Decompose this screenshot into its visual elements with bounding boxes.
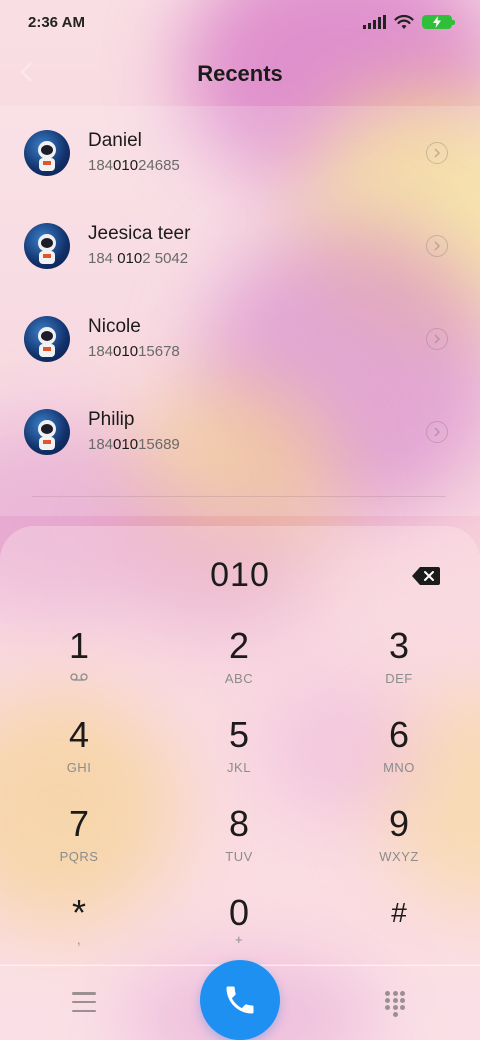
contact-text: Daniel 18401024685 — [88, 129, 180, 177]
key-digit: 3 — [388, 625, 410, 666]
key-1[interactable]: 1 — [19, 626, 139, 706]
call-button[interactable] — [200, 960, 280, 1040]
key-hash[interactable]: # — [339, 893, 459, 973]
key-7[interactable]: 7 PQRS — [19, 804, 139, 884]
signal-icon — [363, 15, 386, 29]
contact-row[interactable]: Jeesica teer 184 0102 5042 — [0, 199, 480, 292]
contact-text: Jeesica teer 184 0102 5042 — [88, 222, 190, 270]
contact-row[interactable]: Nicole 18401015678 — [0, 292, 480, 385]
contact-name: Daniel — [88, 129, 142, 151]
contact-number: 18401024685 — [88, 156, 180, 174]
header: Recents — [0, 44, 480, 104]
contact-row[interactable]: Daniel 18401024685 — [0, 106, 480, 199]
key-digit: 6 — [388, 714, 410, 755]
key-9[interactable]: 9 WXYZ — [339, 804, 459, 884]
key-6[interactable]: 6 MNO — [339, 715, 459, 795]
avatar — [24, 129, 70, 176]
key-2[interactable]: 2 ABC — [179, 626, 299, 706]
contact-detail-button[interactable] — [426, 327, 448, 350]
battery-charging-icon — [422, 15, 455, 29]
key-digit: 1 — [68, 625, 90, 666]
astronaut-icon — [38, 419, 56, 450]
key-letters: , — [76, 932, 82, 947]
key-digit: 0 — [228, 892, 250, 933]
key-digit: 5 — [228, 714, 250, 755]
key-4[interactable]: 4 GHI — [19, 715, 139, 795]
dial-entry[interactable]: 010 — [0, 556, 480, 595]
key-letters: + — [234, 932, 244, 947]
key-8[interactable]: 8 TUV — [179, 804, 299, 884]
chevron-right-icon — [434, 426, 441, 437]
key-5[interactable]: 5 JKL — [179, 715, 299, 795]
key-digit: * — [71, 892, 86, 933]
key-digit: # — [391, 897, 407, 928]
key-digit: 9 — [388, 803, 410, 844]
key-letters: ABC — [224, 671, 254, 686]
contact-number: 18401015678 — [88, 342, 180, 360]
chevron-right-icon — [434, 147, 441, 158]
back-button[interactable] — [14, 60, 38, 84]
contact-row[interactable]: Philip 18401015689 — [0, 385, 480, 478]
contact-name: Nicole — [88, 315, 141, 337]
key-letters: DEF — [385, 671, 413, 686]
astronaut-icon — [38, 233, 56, 264]
bottom-bar — [0, 960, 480, 1040]
astronaut-icon — [38, 326, 56, 357]
contact-detail-button[interactable] — [426, 234, 448, 257]
key-letters: GHI — [66, 760, 92, 775]
contact-detail-button[interactable] — [426, 420, 448, 443]
key-star[interactable]: * , — [19, 893, 139, 973]
voicemail-icon — [70, 673, 88, 681]
contact-name: Philip — [88, 408, 135, 430]
key-letters: TUV — [225, 849, 253, 864]
list-divider — [32, 496, 446, 497]
contact-name: Jeesica teer — [88, 222, 191, 244]
key-letters: JKL — [227, 760, 251, 775]
key-digit: 2 — [228, 625, 250, 666]
contact-number: 18401015689 — [88, 435, 180, 453]
backspace-icon[interactable] — [412, 566, 440, 586]
contact-text: Nicole 18401015678 — [88, 315, 180, 363]
key-digit: 7 — [68, 803, 90, 844]
status-bar: 2:36 AM — [0, 0, 480, 44]
contact-text: Philip 18401015689 — [88, 408, 180, 456]
chevron-left-icon — [20, 62, 32, 82]
contact-number: 184 0102 5042 — [88, 249, 189, 267]
phone-icon — [226, 986, 254, 1014]
page-title: Recents — [197, 61, 283, 86]
contact-detail-button[interactable] — [426, 141, 448, 164]
recents-list: Daniel 18401024685 Jeesica teer 184 0102… — [0, 106, 480, 516]
key-digit: 4 — [68, 714, 90, 755]
dialpad-icon[interactable] — [385, 991, 405, 1017]
key-letters: WXYZ — [379, 849, 419, 864]
chevron-right-icon — [434, 240, 441, 251]
avatar — [24, 222, 70, 269]
avatar — [24, 315, 70, 362]
astronaut-icon — [38, 140, 56, 171]
key-digit: 8 — [228, 803, 250, 844]
key-letters: PQRS — [59, 849, 99, 864]
avatar — [24, 408, 70, 455]
status-icons — [363, 14, 455, 30]
key-3[interactable]: 3 DEF — [339, 626, 459, 706]
menu-icon[interactable] — [72, 992, 96, 1012]
wifi-icon — [394, 14, 414, 29]
key-letters: MNO — [383, 760, 415, 775]
chevron-right-icon — [434, 333, 441, 344]
dialer-panel: 010 1 2 ABC 3 DEF 4 GHI 5 JKL 6 MNO 7 PQ… — [0, 526, 480, 966]
status-time: 2:36 AM — [28, 13, 85, 31]
